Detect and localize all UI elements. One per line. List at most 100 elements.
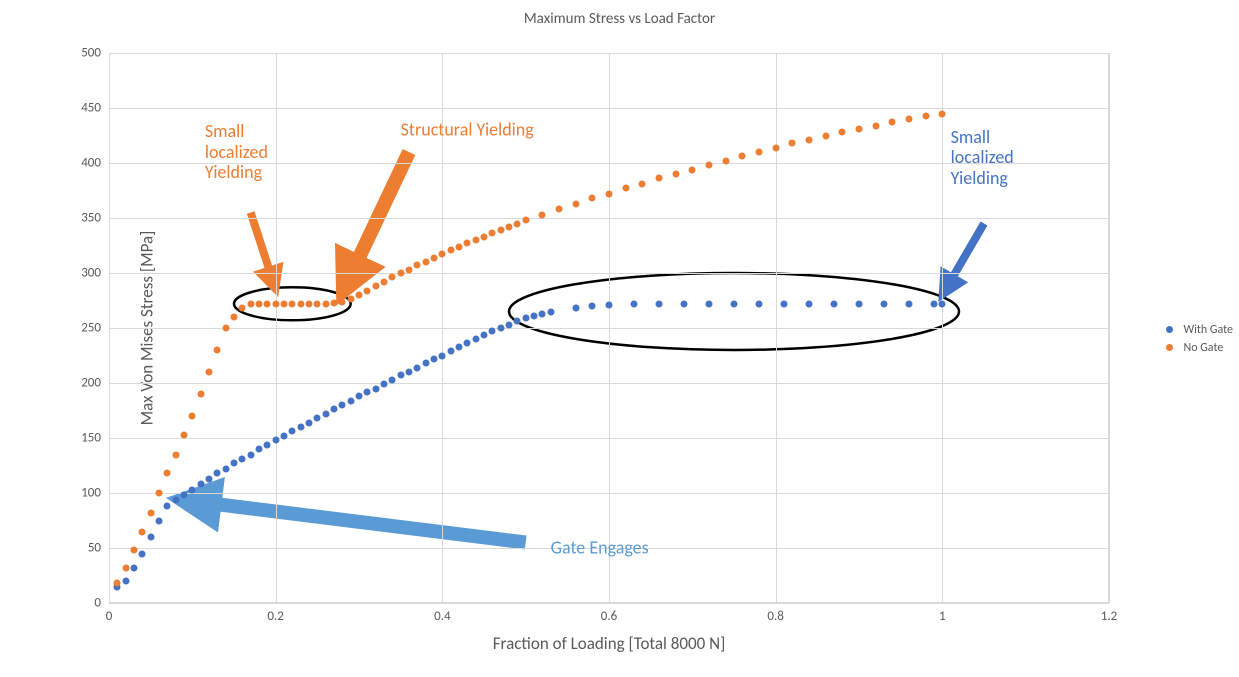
data-point <box>856 300 863 307</box>
x-tick-label: 0.2 <box>267 609 283 624</box>
legend-dot-icon <box>1166 326 1173 333</box>
data-point <box>806 136 813 143</box>
data-point <box>231 460 238 467</box>
data-point <box>256 446 263 453</box>
data-point <box>314 415 321 422</box>
data-point <box>164 470 171 477</box>
x-axis-title: Fraction of Loading [Total 8000 N] <box>109 633 1109 654</box>
data-point <box>289 428 296 435</box>
annotation-gate-engages: Gate Engages <box>551 538 649 559</box>
data-point <box>147 534 154 541</box>
data-point <box>414 262 421 269</box>
data-point <box>181 431 188 438</box>
data-point <box>756 149 763 156</box>
grid-line-h <box>109 438 1109 439</box>
data-point <box>147 509 154 516</box>
data-point <box>272 300 279 307</box>
data-point <box>481 331 488 338</box>
data-point <box>322 300 329 307</box>
data-point <box>306 300 313 307</box>
data-point <box>172 496 179 503</box>
data-point <box>239 305 246 312</box>
data-point <box>572 200 579 207</box>
data-point <box>389 376 396 383</box>
data-point <box>681 300 688 307</box>
data-point <box>306 419 313 426</box>
data-point <box>206 475 213 482</box>
data-point <box>214 470 221 477</box>
data-point <box>247 300 254 307</box>
data-point <box>181 492 188 499</box>
data-point <box>939 300 946 307</box>
data-point <box>464 240 471 247</box>
data-point <box>406 266 413 273</box>
data-point <box>589 195 596 202</box>
data-point <box>606 301 613 308</box>
data-point <box>831 300 838 307</box>
data-point <box>122 564 129 571</box>
data-point <box>222 465 229 472</box>
data-point <box>339 298 346 305</box>
data-point <box>822 132 829 139</box>
data-point <box>281 300 288 307</box>
data-point <box>289 300 296 307</box>
data-point <box>197 391 204 398</box>
grid-line-h <box>109 493 1109 494</box>
y-tick-label: 350 <box>1 211 101 226</box>
data-point <box>631 300 638 307</box>
y-tick-label: 250 <box>1 321 101 336</box>
annotation-structural-yield: Structural Yielding <box>401 120 534 141</box>
data-point <box>364 388 371 395</box>
data-point <box>539 310 546 317</box>
data-point <box>547 308 554 315</box>
grid-line-h <box>109 108 1109 109</box>
data-point <box>656 300 663 307</box>
data-point <box>281 432 288 439</box>
data-point <box>397 372 404 379</box>
data-point <box>139 550 146 557</box>
data-point <box>706 300 713 307</box>
data-point <box>472 336 479 343</box>
legend-item-with-gate: With Gate <box>1160 323 1233 337</box>
y-tick-label: 400 <box>1 156 101 171</box>
legend-dot-icon <box>1166 344 1173 351</box>
data-point <box>139 528 146 535</box>
y-tick-label: 50 <box>1 541 101 556</box>
data-point <box>339 402 346 409</box>
grid-line-h <box>109 53 1109 54</box>
data-point <box>531 312 538 319</box>
grid-line-v <box>1109 53 1110 603</box>
data-point <box>331 299 338 306</box>
data-point <box>447 348 454 355</box>
data-point <box>931 300 938 307</box>
data-point <box>497 227 504 234</box>
y-tick-label: 0 <box>1 596 101 611</box>
data-point <box>489 328 496 335</box>
data-point <box>264 300 271 307</box>
data-point <box>397 270 404 277</box>
data-point <box>214 347 221 354</box>
data-point <box>464 340 471 347</box>
data-point <box>222 325 229 332</box>
data-point <box>381 278 388 285</box>
data-point <box>372 283 379 290</box>
x-tick-label: 1.2 <box>1101 609 1117 624</box>
data-point <box>322 410 329 417</box>
data-point <box>431 355 438 362</box>
data-point <box>356 292 363 299</box>
data-point <box>114 580 121 587</box>
data-point <box>731 300 738 307</box>
x-tick-label: 0 <box>106 609 113 624</box>
data-point <box>506 223 513 230</box>
data-point <box>439 352 446 359</box>
data-point <box>456 343 463 350</box>
data-point <box>156 490 163 497</box>
grid-line-h <box>109 603 1109 604</box>
annotation-small-yield-orange: Small localized Yielding <box>205 121 268 183</box>
data-point <box>422 259 429 266</box>
data-point <box>189 486 196 493</box>
plot-area: Max Von Mises Stress [MPa] Fraction of L… <box>109 53 1109 603</box>
y-tick-label: 200 <box>1 376 101 391</box>
data-point <box>922 112 929 119</box>
y-tick-label: 100 <box>1 486 101 501</box>
